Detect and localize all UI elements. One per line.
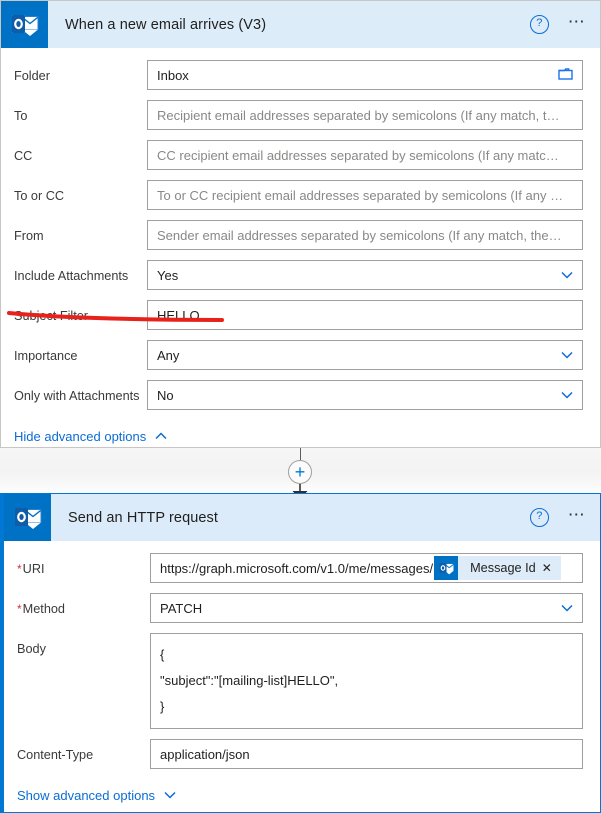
token-label: Message Id	[470, 561, 536, 575]
field-control-only-with-attachments: No	[147, 380, 583, 410]
card-title-http-request: Send an HTTP request	[68, 509, 219, 526]
required-marker: *	[17, 562, 22, 576]
hide-advanced-options-label: Hide advanced options	[14, 429, 147, 444]
card-body-trigger: Folder Inbox To Recipient email addresse…	[1, 48, 600, 444]
show-advanced-options-link[interactable]: Show advanced options	[4, 779, 600, 803]
action-card-http-request[interactable]: Send an HTTP request ? ⋯ *URI https://gr…	[0, 493, 601, 813]
outlook-icon	[434, 556, 459, 580]
field-row-subject-filter: Subject Filter HELLO	[1, 300, 600, 330]
field-control-from: Sender email addresses separated by semi…	[147, 220, 583, 250]
field-row-method: *Method PATCH	[4, 593, 600, 623]
field-control-method: PATCH	[150, 593, 583, 623]
folder-input[interactable]: Inbox	[147, 60, 583, 90]
field-row-importance: Importance Any	[1, 340, 600, 370]
field-label-cc: CC	[14, 149, 33, 163]
importance-dropdown[interactable]: Any	[147, 340, 583, 370]
chevron-up-icon	[154, 429, 168, 444]
close-icon[interactable]: ✕	[542, 561, 561, 575]
body-textarea[interactable]: { "subject":"[mailing-list]HELLO", }	[150, 633, 583, 729]
content-type-input[interactable]: application/json	[150, 739, 583, 769]
field-row-from: From Sender email addresses separated by…	[1, 220, 600, 250]
hide-advanced-options-link[interactable]: Hide advanced options	[1, 420, 600, 444]
field-label-content-type: Content-Type	[17, 748, 94, 762]
to-or-cc-input[interactable]: To or CC recipient email addresses separ…	[147, 180, 583, 210]
field-row-to: To Recipient email addresses separated b…	[1, 100, 600, 130]
help-icon[interactable]: ?	[529, 508, 549, 527]
only-with-attachments-dropdown[interactable]: No	[147, 380, 583, 410]
subject-filter-input[interactable]: HELLO	[147, 300, 583, 330]
chevron-down-icon	[163, 788, 177, 803]
field-label-include-attachments: Include Attachments	[14, 269, 129, 283]
step-connector: +	[0, 448, 601, 500]
field-control-uri: https://graph.microsoft.com/v1.0/me/mess…	[150, 553, 583, 583]
to-input[interactable]: Recipient email addresses separated by s…	[147, 100, 583, 130]
field-row-body: Body { "subject":"[mailing-list]HELLO", …	[4, 633, 600, 729]
field-label-uri: *URI	[17, 553, 150, 577]
field-row-folder: Folder Inbox	[1, 48, 600, 90]
include-attachments-dropdown[interactable]: Yes	[147, 260, 583, 290]
ellipsis-icon[interactable]: ⋯	[568, 13, 587, 32]
action-card-trigger[interactable]: When a new email arrives (V3) ? ⋯ Folder…	[0, 0, 601, 448]
card-header-trigger[interactable]: When a new email arrives (V3) ? ⋯	[1, 1, 600, 48]
field-label-subject-filter: Subject Filter	[14, 309, 89, 323]
field-label-body: Body	[17, 642, 46, 656]
field-control-to: Recipient email addresses separated by s…	[147, 100, 583, 130]
field-control-to-or-cc: To or CC recipient email addresses separ…	[147, 180, 583, 210]
field-control-include-attachments: Yes	[147, 260, 583, 290]
uri-text-value: https://graph.microsoft.com/v1.0/me/mess…	[160, 560, 434, 576]
field-label-method-text: Method	[22, 602, 65, 616]
field-row-include-attachments: Include Attachments Yes	[1, 260, 600, 290]
field-label-folder: Folder	[14, 69, 50, 83]
field-row-to-or-cc: To or CC To or CC recipient email addres…	[1, 180, 600, 210]
card-header-actions-trigger: ? ⋯	[529, 1, 587, 48]
show-advanced-options-label: Show advanced options	[17, 788, 156, 803]
card-header-actions-http-request: ? ⋯	[529, 494, 587, 541]
field-label-importance: Importance	[14, 349, 78, 363]
uri-input[interactable]: https://graph.microsoft.com/v1.0/me/mess…	[150, 553, 583, 583]
field-label-from: From	[14, 229, 44, 243]
field-label-uri-text: URI	[22, 562, 45, 576]
cc-input[interactable]: CC recipient email addresses separated b…	[147, 140, 583, 170]
ellipsis-icon[interactable]: ⋯	[568, 506, 587, 525]
field-row-cc: CC CC recipient email addresses separate…	[1, 140, 600, 170]
folder-icon[interactable]	[558, 67, 574, 81]
field-label-method: *Method	[17, 593, 150, 617]
field-row-content-type: Content-Type application/json	[4, 739, 600, 769]
outlook-icon	[1, 1, 48, 48]
field-row-uri: *URI https://graph.microsoft.com/v1.0/me…	[4, 541, 600, 583]
field-label-to-or-cc: To or CC	[14, 189, 65, 203]
outlook-icon	[4, 494, 51, 541]
field-row-only-with-attachments: Only with Attachments No	[1, 380, 600, 410]
required-marker: *	[17, 602, 22, 616]
help-icon[interactable]: ?	[529, 15, 549, 34]
field-control-body: { "subject":"[mailing-list]HELLO", }	[150, 633, 583, 729]
plus-circle-icon[interactable]: +	[288, 460, 312, 484]
field-label-only-with-attachments: Only with Attachments	[14, 389, 140, 403]
from-input[interactable]: Sender email addresses separated by semi…	[147, 220, 583, 250]
field-control-subject-filter: HELLO	[147, 300, 583, 330]
field-control-folder: Inbox	[147, 60, 583, 90]
field-control-importance: Any	[147, 340, 583, 370]
card-body-http-request: *URI https://graph.microsoft.com/v1.0/me…	[4, 541, 600, 803]
field-control-content-type: application/json	[150, 739, 583, 769]
field-label-to: To	[14, 109, 28, 123]
card-header-http-request[interactable]: Send an HTTP request ? ⋯	[4, 494, 600, 541]
field-control-cc: CC recipient email addresses separated b…	[147, 140, 583, 170]
dynamic-content-token-message-id[interactable]: Message Id ✕	[434, 556, 561, 580]
method-dropdown[interactable]: PATCH	[150, 593, 583, 623]
card-title-trigger: When a new email arrives (V3)	[65, 16, 267, 33]
